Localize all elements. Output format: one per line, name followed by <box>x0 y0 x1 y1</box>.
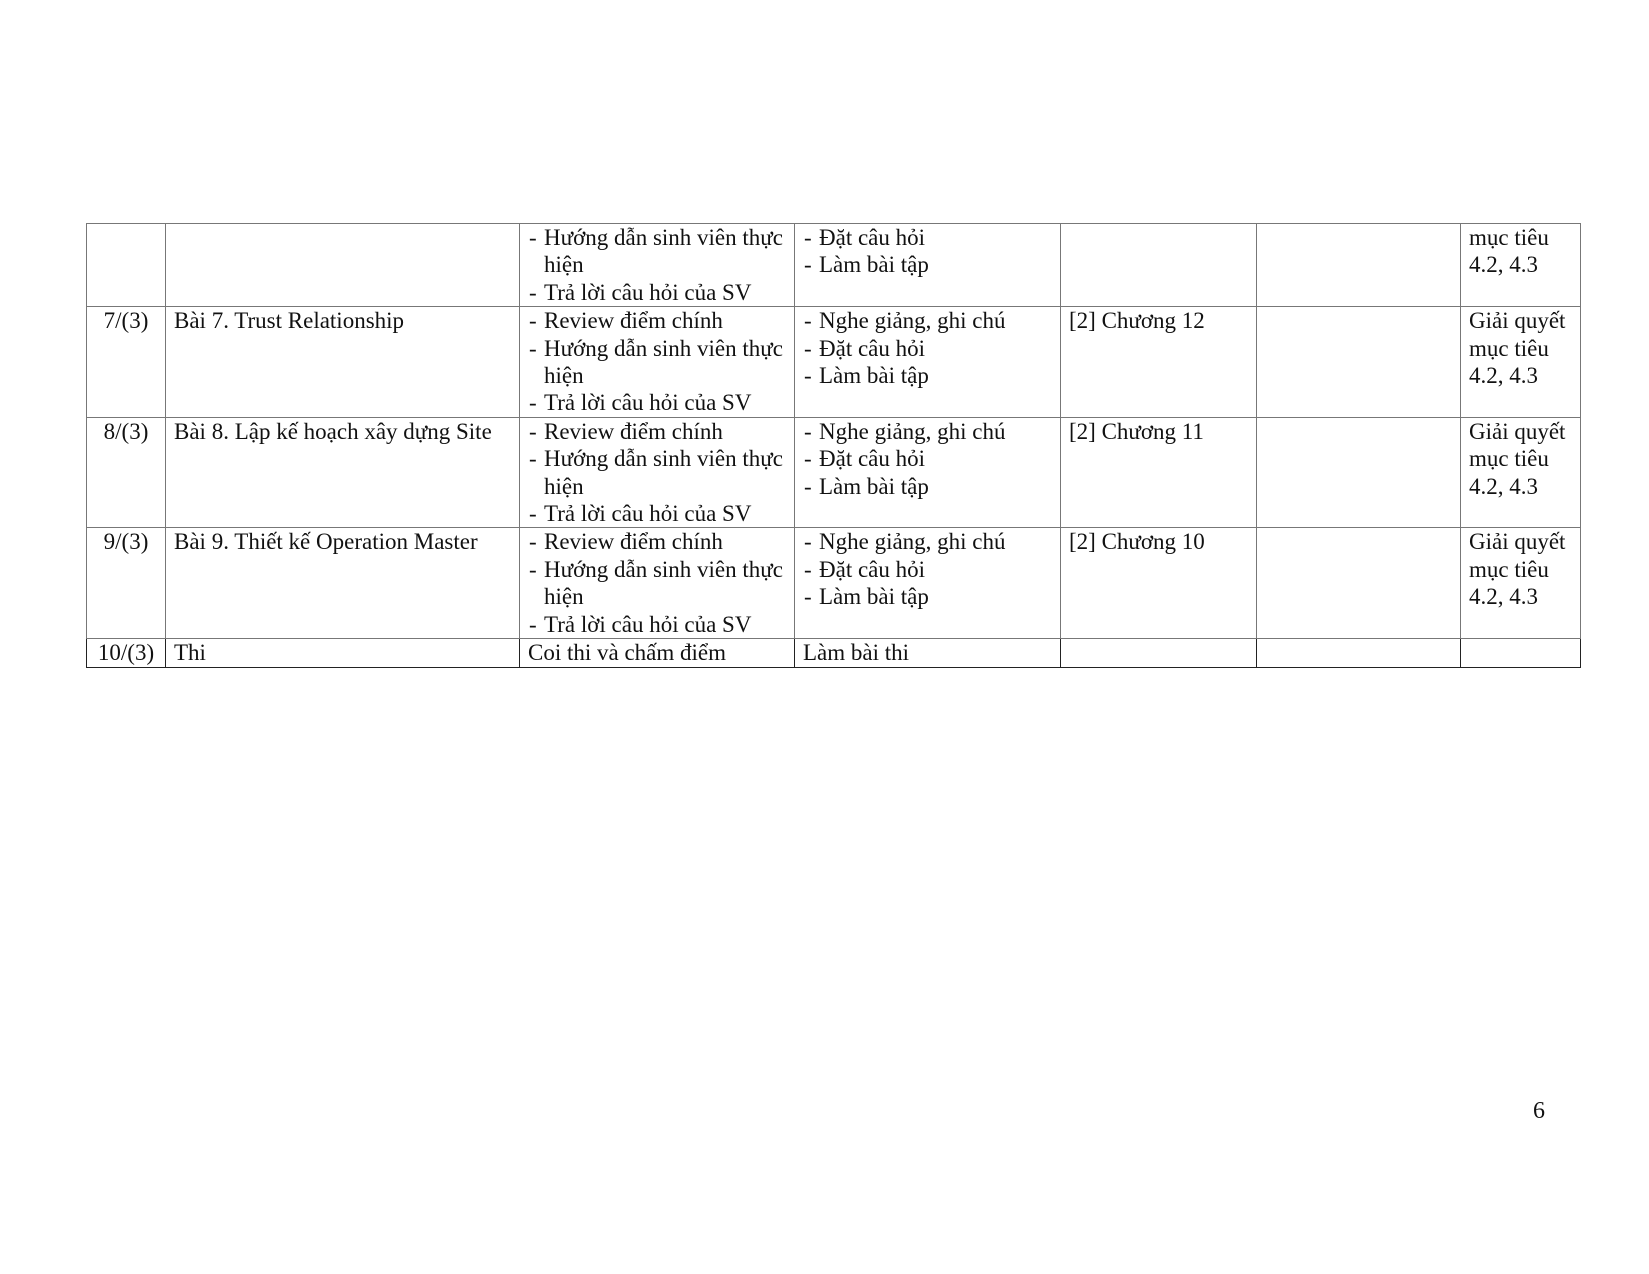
extra-cell <box>1256 306 1461 418</box>
table-row: 8/(3)Bài 8. Lập kế hoạch xây dựng SiteRe… <box>86 416 1581 529</box>
reference-cell <box>1060 638 1257 669</box>
student-activity: Làm bài tập <box>803 362 1052 390</box>
teacher-activity: Hướng dẫn sinh viên thực hiện <box>528 556 786 611</box>
table-row: 9/(3)Bài 9. Thiết kế Operation MasterRev… <box>86 527 1581 640</box>
lesson-cell: Bài 7. Trust Relationship <box>165 306 520 418</box>
student-activities-cell: Làm bài thi <box>794 638 1061 669</box>
teacher-activity: Hướng dẫn sinh viên thực hiện <box>528 224 786 279</box>
reference-cell: [2] Chương 12 <box>1060 306 1257 418</box>
student-activity: Nghe giảng, ghi chú <box>803 418 1052 446</box>
teacher-activity: Review điểm chính <box>528 418 786 446</box>
reference-cell: [2] Chương 10 <box>1060 527 1257 640</box>
lesson-cell: Bài 8. Lập kế hoạch xây dựng Site <box>165 416 520 529</box>
teacher-activities-cell: Review điểm chínhHướng dẫn sinh viên thự… <box>519 527 795 640</box>
week-cell: 10/(3) <box>86 638 166 669</box>
student-activity: Làm bài tập <box>803 251 1052 279</box>
goal-cell: Giải quyết mục tiêu 4.2, 4.3 <box>1460 527 1581 640</box>
extra-cell <box>1256 527 1461 640</box>
student-activity: Đặt câu hỏi <box>803 556 1052 584</box>
table-row: 10/(3) Thi Coi thi và chấm điểm Làm bài thi <box>86 638 1581 669</box>
student-activity: Nghe giảng, ghi chú <box>803 307 1052 335</box>
week-cell: 7/(3) <box>86 306 166 418</box>
teacher-activity: Hướng dẫn sinh viên thực hiện <box>528 335 786 390</box>
student-activity: Đặt câu hỏi <box>803 335 1052 363</box>
schedule-table: Hướng dẫn sinh viên thực hiệnTrả lời câu… <box>86 222 1581 669</box>
teacher-activity: Review điểm chính <box>528 528 786 556</box>
reference-cell <box>1060 222 1257 308</box>
teacher-activity: Trả lời câu hỏi của SV <box>528 500 786 528</box>
teacher-activities-cell: Review điểm chínhHướng dẫn sinh viên thự… <box>519 416 795 529</box>
teacher-activities-cell: Coi thi và chấm điểm <box>519 638 795 669</box>
goal-cell: Giải quyết mục tiêu 4.2, 4.3 <box>1460 416 1581 529</box>
student-activity: Nghe giảng, ghi chú <box>803 528 1052 556</box>
student-activity: Làm bài tập <box>803 473 1052 501</box>
goal-cell: Giải quyết mục tiêu 4.2, 4.3 <box>1460 306 1581 418</box>
lesson-cell: Thi <box>165 638 520 669</box>
page-number: 6 <box>1533 1098 1545 1124</box>
teacher-activity: Trả lời câu hỏi của SV <box>528 389 786 417</box>
week-cell <box>86 222 166 308</box>
table-row: Hướng dẫn sinh viên thực hiệnTrả lời câu… <box>86 222 1581 308</box>
student-activities-cell: Đặt câu hỏiLàm bài tập <box>794 222 1061 308</box>
teacher-activity: Review điểm chính <box>528 307 786 335</box>
extra-cell <box>1256 416 1461 529</box>
lesson-cell <box>165 222 520 308</box>
extra-cell <box>1256 222 1461 308</box>
week-cell: 8/(3) <box>86 416 166 529</box>
reference-cell: [2] Chương 11 <box>1060 416 1257 529</box>
student-activity: Làm bài tập <box>803 583 1052 611</box>
extra-cell <box>1256 638 1461 669</box>
teacher-activity: Trả lời câu hỏi của SV <box>528 279 786 307</box>
student-activities-cell: Nghe giảng, ghi chúĐặt câu hỏiLàm bài tậ… <box>794 306 1061 418</box>
goal-cell: mục tiêu 4.2, 4.3 <box>1460 222 1581 308</box>
student-activities-cell: Nghe giảng, ghi chúĐặt câu hỏiLàm bài tậ… <box>794 416 1061 529</box>
table-row: 7/(3)Bài 7. Trust RelationshipReview điể… <box>86 306 1581 418</box>
student-activity: Đặt câu hỏi <box>803 224 1052 252</box>
goal-cell <box>1460 638 1581 669</box>
teacher-activities-cell: Hướng dẫn sinh viên thực hiệnTrả lời câu… <box>519 222 795 308</box>
teacher-activities-cell: Review điểm chínhHướng dẫn sinh viên thự… <box>519 306 795 418</box>
week-cell: 9/(3) <box>86 527 166 640</box>
lesson-cell: Bài 9. Thiết kế Operation Master <box>165 527 520 640</box>
student-activity: Đặt câu hỏi <box>803 445 1052 473</box>
student-activities-cell: Nghe giảng, ghi chúĐặt câu hỏiLàm bài tậ… <box>794 527 1061 640</box>
teacher-activity: Trả lời câu hỏi của SV <box>528 611 786 639</box>
teacher-activity: Hướng dẫn sinh viên thực hiện <box>528 445 786 500</box>
